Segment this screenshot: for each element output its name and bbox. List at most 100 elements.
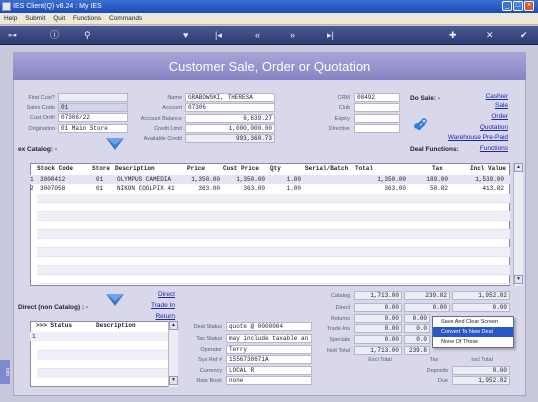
due-field: 1,952.82 — [452, 376, 510, 385]
row-tax: 189.00 — [426, 176, 448, 183]
account-field[interactable]: 07306 — [185, 103, 275, 112]
cust-ord-field[interactable]: 07306/22 — [58, 113, 128, 122]
col-incl-value[interactable]: Incl Value — [470, 165, 506, 172]
row-cust-price[interactable]: 363.00 — [225, 184, 265, 193]
direct-row[interactable]: 1 — [30, 332, 168, 341]
search-icon[interactable]: ⚲ — [84, 30, 91, 40]
window-titlebar: IES Client(Q) v8.24 : My IES _ □ × — [0, 0, 538, 13]
empty-row — [37, 360, 168, 369]
col-serial-batch[interactable]: Serial/Batch — [305, 165, 348, 172]
row-qty[interactable]: 1.00 — [275, 175, 301, 184]
directive-field[interactable] — [354, 124, 400, 133]
plus-icon[interactable]: ✚ — [449, 30, 457, 40]
direct-tax: 0.00 — [404, 303, 450, 312]
expand-direct-icon[interactable] — [104, 292, 126, 308]
row-store[interactable]: 01 — [96, 175, 103, 184]
empty-row — [37, 351, 168, 360]
col-total[interactable]: Total — [355, 165, 373, 172]
tax-status-field[interactable]: may include taxable an — [226, 334, 312, 343]
find-cust-label: Find Cust? — [28, 95, 55, 101]
heart-icon[interactable]: ♥ — [183, 30, 188, 40]
name-field[interactable]: GRABOWSKI, THERESA — [185, 93, 275, 102]
close-button[interactable]: × — [524, 1, 534, 11]
row-price[interactable]: 363.00 — [180, 184, 220, 193]
currency-label: Currency — [199, 368, 222, 374]
table-row[interactable]: 2 3007058 01 NIKON COOLPIX 41 363.00 363… — [30, 184, 510, 193]
col-description[interactable]: Description — [96, 322, 136, 329]
direct-link[interactable]: Direct — [140, 291, 175, 298]
account-label: Account — [162, 105, 182, 111]
col-qty[interactable]: Qty — [270, 165, 281, 172]
menu-help[interactable]: Help — [4, 15, 17, 22]
trade-in-link[interactable]: Trade In — [140, 302, 175, 309]
crm-field[interactable]: 08492 — [354, 93, 400, 102]
name-label: Name — [167, 95, 182, 101]
side-tab[interactable]: Info — [0, 360, 10, 384]
key-icon[interactable]: ⊶ — [8, 30, 17, 40]
row-price[interactable]: 1,350.00 — [180, 175, 220, 184]
link-icon[interactable] — [413, 116, 429, 132]
scroll-down-icon[interactable]: ▼ — [514, 275, 523, 284]
col-stock-code[interactable]: Stock Code — [37, 165, 73, 172]
row-stock-code[interactable]: 3007058 — [40, 184, 65, 193]
forward-icon[interactable]: » — [290, 30, 295, 40]
row-description[interactable]: NIKON COOLPIX 41 — [117, 184, 175, 193]
direct-scrollbar[interactable]: ▲ ▼ — [168, 321, 178, 387]
scroll-up-icon[interactable]: ▲ — [169, 321, 178, 330]
empty-row — [37, 194, 510, 203]
quotation-link[interactable]: Quotation — [450, 124, 508, 131]
expand-catalog-icon[interactable] — [104, 136, 126, 152]
rewind-icon[interactable]: « — [255, 30, 260, 40]
menu-submit[interactable]: Submit — [25, 15, 45, 22]
table-row[interactable]: 1 3008412 01 OLYMPUS CAMEDIA 1,350.00 1,… — [30, 175, 510, 184]
currency-field[interactable]: LOCAL R — [226, 366, 312, 375]
row-store[interactable]: 01 — [96, 184, 103, 193]
col-status[interactable]: >>> Status — [36, 322, 72, 329]
order-link[interactable]: Order — [450, 113, 508, 120]
rate-book-field[interactable]: none — [226, 376, 312, 385]
sale-link[interactable]: Sale — [450, 102, 508, 109]
menu-none-of-these[interactable]: None Of These — [433, 337, 513, 347]
credit-limit-field: 1,000,000.00 — [185, 124, 275, 133]
operator-label: Operator — [200, 347, 222, 353]
menu-functions[interactable]: Functions — [73, 15, 101, 22]
club-field[interactable] — [354, 103, 400, 112]
col-price[interactable]: Price — [187, 165, 205, 172]
cross-icon[interactable]: ✕ — [486, 30, 494, 40]
check-icon[interactable]: ✔ — [520, 30, 528, 40]
deal-status-label: Deal Status — [193, 324, 222, 330]
menu-convert-to-new-deal[interactable]: Convert To New Deal — [433, 327, 513, 337]
minimize-button[interactable]: _ — [502, 1, 512, 11]
return-link[interactable]: Return — [140, 313, 175, 320]
col-cust-price[interactable]: Cust Price — [223, 165, 259, 172]
sales-code-field[interactable]: 01 — [58, 103, 128, 112]
col-description[interactable]: Description — [115, 165, 155, 172]
scroll-down-icon[interactable]: ▼ — [169, 376, 178, 385]
available-credit-label: Available Credit — [143, 136, 182, 142]
app-icon — [2, 2, 11, 11]
info-icon[interactable]: ⓘ — [50, 30, 59, 40]
rate-book-label: Rate Book — [196, 378, 222, 384]
catalog-incl: 1,952.82 — [452, 291, 510, 300]
expiry-field[interactable] — [354, 114, 400, 123]
menu-save-and-clear[interactable]: Save And Clear Screen — [433, 317, 513, 327]
last-icon[interactable]: ▸| — [327, 30, 334, 40]
cashier-link[interactable]: Cashier — [450, 93, 508, 100]
first-icon[interactable]: |◂ — [215, 30, 222, 40]
deposits-field: 0.00 — [452, 366, 510, 375]
origination-field[interactable]: 01 Main Store — [58, 124, 128, 133]
col-tax[interactable]: Tax — [432, 165, 443, 172]
row-cust-price[interactable]: 1,350.00 — [225, 175, 265, 184]
row-description[interactable]: OLYMPUS CAMEDIA — [117, 175, 171, 184]
catalog-scrollbar[interactable]: ▲ ▼ — [513, 163, 523, 286]
col-store[interactable]: Store — [92, 165, 110, 172]
menu-commands[interactable]: Commands — [109, 15, 142, 22]
window-title: IES Client(Q) v8.24 : My IES — [13, 3, 102, 10]
warehouse-prepaid-link[interactable]: Warehouse Pre-Paid — [430, 134, 508, 141]
find-cust-field[interactable] — [58, 93, 128, 102]
maximize-button[interactable]: □ — [513, 1, 523, 11]
scroll-up-icon[interactable]: ▲ — [514, 163, 523, 172]
row-stock-code[interactable]: 3008412 — [40, 175, 65, 184]
row-qty[interactable]: 1.00 — [275, 184, 301, 193]
menu-quit[interactable]: Quit — [53, 15, 65, 22]
